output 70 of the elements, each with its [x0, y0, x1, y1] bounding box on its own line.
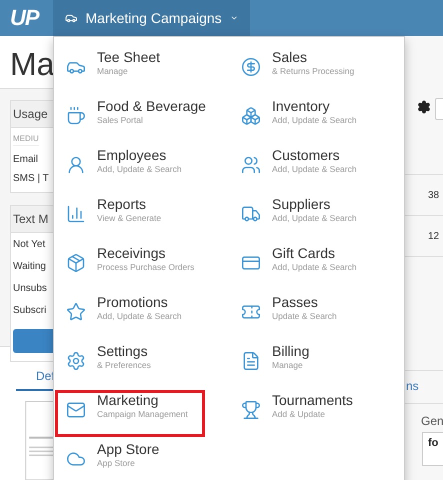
menu-item-subtitle: Add, Update & Search — [97, 164, 182, 174]
menu-item-title: Tee Sheet — [97, 49, 160, 65]
column-header: Gen — [420, 413, 443, 430]
page-title: Ma — [10, 46, 54, 84]
menu-item-subtitle: Add, Update & Search — [97, 311, 182, 321]
menu-item-subtitle: Add, Update & Search — [272, 262, 357, 272]
menu-item-title: Receivings — [97, 245, 166, 261]
menu-item-title: Employees — [97, 147, 168, 163]
table-cell: Not Yet — [13, 238, 46, 250]
menu-item-subtitle: Sales Portal — [97, 115, 144, 125]
menu-item-title: Sales — [272, 49, 308, 65]
menu-item-title: Gift Cards — [272, 245, 336, 261]
menu-item-title: Marketing — [97, 392, 160, 408]
menu-item-subtitle: & Returns Processing — [272, 66, 354, 76]
menu-item-subtitle: View & Generate — [97, 213, 162, 223]
menu-item-subtitle: Add, Update & Search — [272, 164, 357, 174]
document-card: fo — [422, 432, 443, 466]
menu-item[interactable]: Customers Add, Update & Search — [228, 144, 402, 193]
menu-item[interactable]: Tee Sheet Manage — [54, 46, 206, 95]
menu-item-title: Tournaments — [272, 392, 353, 408]
coffee-cup-icon — [66, 106, 86, 126]
menu-item[interactable]: Receivings Process Purchase Orders — [54, 242, 206, 291]
menu-item-title: Promotions — [97, 294, 169, 310]
nav-menu-button[interactable]: Marketing Campaigns — [53, 0, 250, 36]
table-cell: SMS | T — [13, 172, 49, 184]
table-cell: Waiting — [13, 260, 46, 272]
table-cell: Email — [13, 154, 38, 165]
menu-item[interactable]: Employees Add, Update & Search — [54, 144, 206, 193]
menu-item[interactable]: Passes Update & Search — [228, 291, 402, 340]
settings-icon — [66, 351, 86, 371]
menu-item[interactable]: Gift Cards Add, Update & Search — [228, 242, 402, 291]
menu-item-title: Inventory — [272, 98, 331, 114]
report-chart-icon — [66, 204, 86, 224]
column-header: MEDIU — [13, 134, 39, 146]
table-cell: Unsubs — [13, 282, 47, 294]
menu-item-title: Customers — [272, 147, 341, 163]
menu-item-title: App Store — [97, 441, 160, 457]
person-icon — [66, 155, 86, 175]
dollar-icon — [241, 57, 261, 77]
settings-icon[interactable] — [417, 100, 431, 114]
menu-item[interactable]: Tournaments Add & Update — [228, 389, 402, 438]
menu-item-subtitle: & Preferences — [97, 360, 151, 370]
menu-item-subtitle: Add, Update & Search — [272, 115, 357, 125]
menu-item-subtitle: Manage — [272, 360, 304, 370]
invoice-icon — [241, 351, 261, 371]
menu-item-subtitle: Campaign Management — [97, 409, 188, 419]
menu-item[interactable]: Billing Manage — [228, 340, 402, 389]
menu-item-title: Passes — [272, 294, 319, 310]
menu-item-subtitle: Update & Search — [272, 311, 337, 321]
menu-item-subtitle: Add, Update & Search — [272, 213, 357, 223]
menu-item-title: Food & Beverage — [97, 98, 206, 114]
menu-item-subtitle: Add & Update — [272, 409, 326, 419]
menu-item-subtitle: Process Purchase Orders — [97, 262, 194, 272]
envelope-icon — [66, 400, 86, 420]
menu-item[interactable]: Marketing Campaign Management — [54, 389, 206, 438]
menu-item-title: Settings — [97, 343, 149, 359]
table-cell: Subscri — [13, 304, 46, 316]
people-icon — [241, 155, 261, 175]
boxes-icon — [241, 106, 261, 126]
star-icon — [66, 302, 86, 322]
menu-item[interactable]: Sales & Returns Processing — [228, 46, 402, 95]
menu-item[interactable]: App Store App Store — [54, 438, 206, 480]
menu-item-subtitle: App Store — [97, 458, 136, 468]
trophy-icon — [241, 400, 261, 420]
menu-item-title: Billing — [272, 343, 310, 359]
package-icon — [66, 253, 86, 273]
logo[interactable]: UP — [0, 5, 53, 31]
truck-icon — [241, 204, 261, 224]
menu-item-subtitle: Manage — [97, 66, 129, 76]
menu-item[interactable]: Promotions Add, Update & Search — [54, 291, 206, 340]
